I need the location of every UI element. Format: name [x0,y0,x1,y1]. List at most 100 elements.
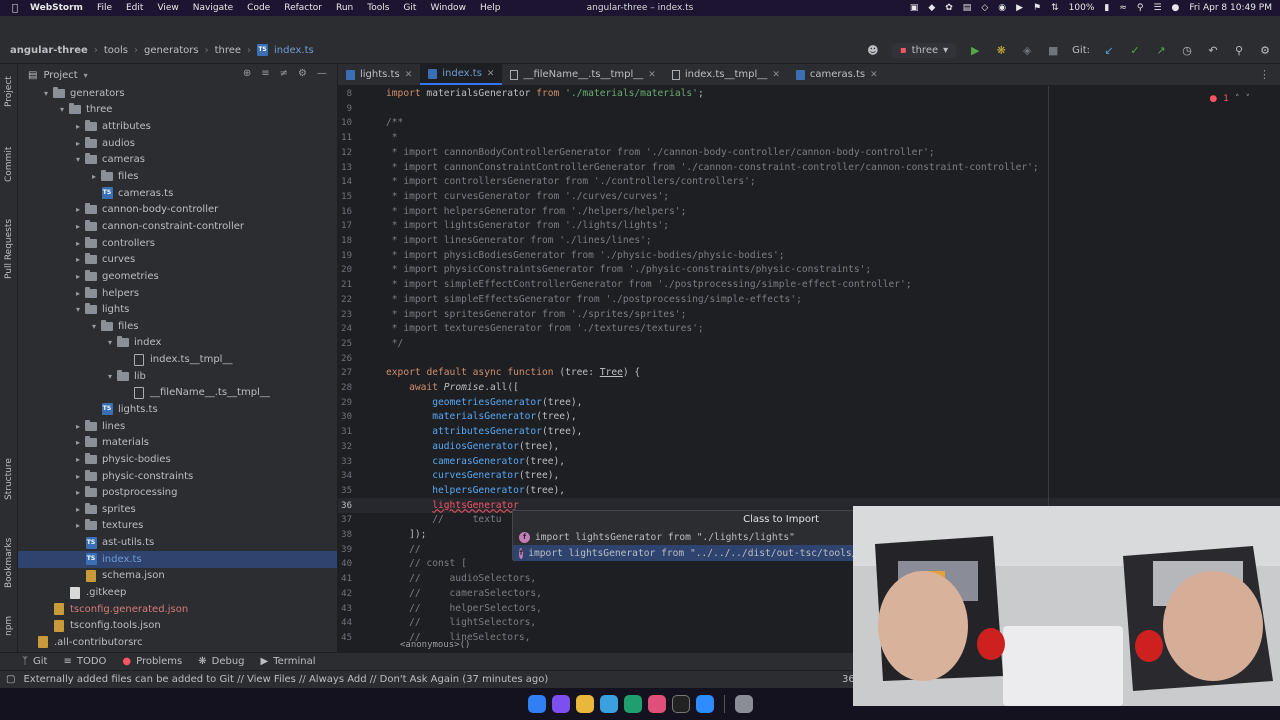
user-icon[interactable]: ☻ [866,44,880,58]
chevron-right-icon[interactable]: ▸ [72,139,84,148]
code-line[interactable]: materialsGenerator(tree), [386,410,576,425]
control-center-icon[interactable]: ☰ [1153,3,1161,13]
code-line[interactable]: * [386,131,398,146]
code-line[interactable]: * import simpleEffectControllerGenerator… [386,278,912,293]
chevron-down-icon[interactable]: ▾ [56,105,68,114]
breadcrumb-project[interactable]: angular-three [10,45,88,56]
run-icon[interactable]: ▶ [968,44,982,58]
code-line[interactable]: // [386,543,421,558]
completion-item[interactable]: f import lightsGenerator from "./lights/… [513,529,855,545]
tree-file[interactable]: schema.json [18,568,337,585]
menu-git[interactable]: Git [403,3,416,13]
chevron-right-icon[interactable]: ▸ [72,455,84,464]
tool-git[interactable]: ᛉ Git [22,656,47,667]
dropbox-icon[interactable]: ◆ [928,3,935,13]
tree-folder[interactable]: ▸ textures [18,518,337,535]
tree-folder[interactable]: ▸ attributes [18,118,337,135]
webstorm-icon[interactable] [671,695,690,713]
close-icon[interactable]: ✕ [870,70,878,80]
tree-folder[interactable]: ▾ three [18,102,337,119]
code-line[interactable]: attributesGenerator(tree), [386,425,582,440]
completion-item-selected[interactable]: f import lightsGenerator from "../../../… [513,545,855,561]
tree-folder[interactable]: ▸ postprocessing [18,484,337,501]
more-tabs-icon[interactable]: ⋮ [1259,68,1270,81]
chevron-down-icon[interactable]: ▾ [40,89,52,98]
tree-folder[interactable]: ▸ cannon-constraint-controller [18,218,337,235]
apple-icon[interactable]:  [0,3,30,14]
code-line[interactable]: * import simpleEffectsGenerator from './… [386,293,802,308]
chevron-right-icon[interactable]: ▸ [72,222,84,231]
slack-icon[interactable] [647,695,666,713]
tree-file[interactable]: tsconfig.tools.json [18,618,337,635]
breadcrumb-tools[interactable]: tools [104,45,128,56]
chevron-right-icon[interactable]: ▸ [72,272,84,281]
hide-icon[interactable]: — [317,68,327,79]
menu-window[interactable]: Window [430,3,466,13]
run-configuration-selector[interactable]: ▪ three ▾ [891,43,957,58]
code-line[interactable]: * import spritesGenerator from './sprite… [386,308,687,323]
tree-file[interactable]: TS lights.ts [18,401,337,418]
tool-tab-structure[interactable]: Structure [1,449,17,509]
menu-view[interactable]: View [157,3,178,13]
code-line[interactable]: * import linesGenerator from './lines/li… [386,234,652,249]
notification-icon[interactable]: ▢ [6,674,15,685]
breadcrumb-three[interactable]: three [215,45,241,56]
close-icon[interactable]: ✕ [405,70,413,80]
chevron-right-icon[interactable]: ▸ [72,422,84,431]
code-line[interactable]: * import helpersGenerator from './helper… [386,205,687,220]
inspection-widget[interactable]: ● 1 ˄ ˅ [1209,94,1250,104]
tree-file[interactable]: index.ts__tmpl__ [18,351,337,368]
tree-folder[interactable]: ▸ cannon-body-controller [18,201,337,218]
tree-folder[interactable]: ▸ materials [18,434,337,451]
gear-icon[interactable]: ⚙ [298,68,307,79]
code-line[interactable]: await Promise.all([ [386,381,519,396]
project-panel-title[interactable]: Project [43,70,77,81]
menu-tools[interactable]: Tools [367,3,389,13]
messenger-icon[interactable] [551,695,570,713]
tree-file[interactable]: TS index.ts [18,550,337,568]
tree-file[interactable]: tsconfig.generated.json [18,601,337,618]
chevron-right-icon[interactable]: ▸ [72,289,84,298]
tool-tab-bookmarks[interactable]: Bookmarks [1,532,17,594]
tree-folder[interactable]: ▸ physic-constraints [18,468,337,485]
tool-problems[interactable]: ● Problems [122,656,182,667]
camera-icon[interactable]: ▣ [910,3,919,13]
tree-folder[interactable]: ▾ lights [18,301,337,318]
code-line[interactable]: geometriesGenerator(tree), [386,396,582,411]
tree-folder[interactable]: ▾ generators [18,85,337,102]
safari-icon[interactable] [599,695,618,713]
tree-file[interactable]: __fileName__.ts__tmpl__ [18,385,337,402]
clock[interactable]: Fri Apr 8 10:49 PM [1189,3,1272,13]
tree-folder[interactable]: ▸ sprites [18,501,337,518]
chevron-right-icon[interactable]: ▸ [72,205,84,214]
tree-folder[interactable]: ▸ files [18,168,337,185]
expand-all-icon[interactable]: ≡ [261,68,269,79]
code-line[interactable]: // lightSelectors, [386,616,536,631]
chevron-down-icon[interactable]: ▾ [104,338,116,347]
bird-icon[interactable]: ✿ [945,3,953,13]
close-icon[interactable]: ✕ [648,70,656,80]
terminal-app-icon[interactable] [623,695,642,713]
code-line[interactable]: /** [386,116,403,131]
editor-tab[interactable]: lights.ts ✕ [338,64,420,85]
tree-file[interactable]: TS cameras.ts [18,185,337,202]
code-line[interactable]: * import controllersGenerator from './co… [386,175,756,190]
tool-debug[interactable]: ❋ Debug [198,656,244,667]
menu-refactor[interactable]: Refactor [284,3,322,13]
tree-folder[interactable]: ▸ physic-bodies [18,451,337,468]
siri-icon[interactable]: ● [1172,3,1180,13]
chevron-right-icon[interactable]: ▸ [72,488,84,497]
breadcrumb-generators[interactable]: generators [144,45,199,56]
menu-file[interactable]: File [97,3,112,13]
code-line[interactable]: // helperSelectors, [386,602,542,617]
chrome-icon[interactable] [575,695,594,713]
chevron-right-icon[interactable]: ▸ [72,472,84,481]
editor-breadcrumb[interactable]: <anonymous>() [400,640,470,650]
tree-folder[interactable]: ▸ helpers [18,285,337,302]
code-line[interactable]: import materialsGenerator from './materi… [386,87,704,102]
chevron-right-icon[interactable]: ▸ [72,521,84,530]
chevron-right-icon[interactable]: ▸ [72,438,84,447]
tool-todo[interactable]: ≡ TODO [63,656,106,667]
tool-tab-pull-requests[interactable]: Pull Requests [1,204,17,294]
zoom-icon[interactable] [695,695,714,713]
